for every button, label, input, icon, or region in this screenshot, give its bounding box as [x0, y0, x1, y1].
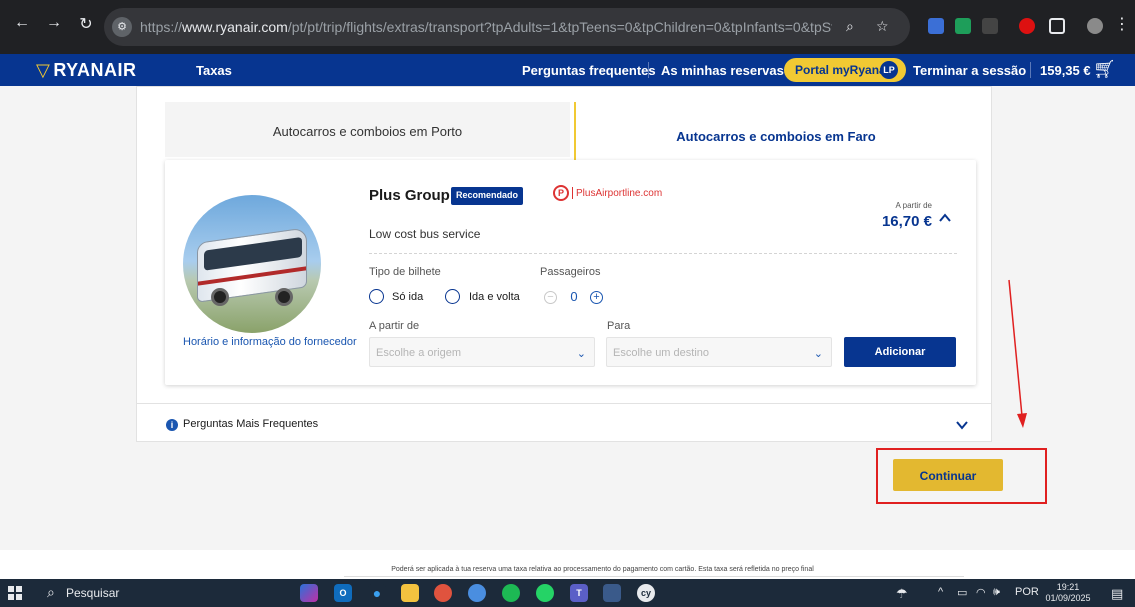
destination-placeholder: Escolhe um destino: [613, 347, 709, 359]
extension-icon[interactable]: [1019, 18, 1035, 34]
cypress-app-icon[interactable]: cy: [637, 584, 655, 602]
basket-total[interactable]: 159,35 €: [1040, 63, 1091, 78]
taskbar-search[interactable]: Pesquisar: [66, 586, 119, 600]
offer-price: 16,70 €: [881, 213, 932, 230]
origin-placeholder: Escolhe a origem: [376, 347, 461, 359]
whatsapp-app-icon[interactable]: [536, 584, 554, 602]
bookmark-star-icon[interactable]: ☆: [876, 18, 889, 35]
droplet-app-icon[interactable]: ●: [368, 584, 386, 602]
vscode-app-icon[interactable]: [603, 584, 621, 602]
one-way-label[interactable]: Só ida: [392, 291, 423, 303]
portal-button-label: Portal myRyanair: [795, 63, 894, 77]
extension-icon[interactable]: [928, 18, 944, 34]
site-settings-icon[interactable]: ⚙: [112, 17, 132, 37]
card-fee-disclaimer: Poderá ser aplicada à tua reserva uma ta…: [391, 566, 814, 573]
origin-label: A partir de: [369, 320, 420, 332]
language-indicator[interactable]: POR: [1015, 586, 1039, 598]
file-explorer-icon[interactable]: [401, 584, 419, 602]
browser-menu-icon[interactable]: ⋮: [1112, 14, 1132, 34]
provider-tagline: Low cost bus service: [369, 227, 481, 241]
dashed-divider: [369, 253, 957, 254]
portal-myryanair-button[interactable]: Portal myRyanair LP: [784, 58, 906, 82]
zoom-icon[interactable]: ⌕: [846, 18, 854, 35]
back-icon[interactable]: ←: [12, 14, 32, 32]
footer: [0, 550, 1135, 579]
add-button[interactable]: Adicionar: [844, 337, 956, 367]
cart-icon[interactable]: 🛒︎: [1093, 59, 1116, 80]
partner-logo-text: PlusAirportline.com: [576, 188, 663, 199]
faq-divider: [136, 403, 992, 404]
passenger-count: 0: [570, 289, 578, 304]
chrome-profile-app-icon[interactable]: [468, 584, 486, 602]
address-bar[interactable]: ⚙ https://www.ryanair.com/pt/pt/trip/fli…: [104, 8, 910, 46]
annotation-arrow-icon: [1008, 279, 1027, 428]
plusairportline-logo-icon: P: [553, 185, 569, 201]
bus-image: [183, 195, 321, 333]
ticket-type-label: Tipo de bilhete: [369, 266, 441, 278]
faq-chevron-down-icon[interactable]: [955, 418, 969, 432]
chrome-app-icon[interactable]: [434, 584, 452, 602]
tab-faro[interactable]: Autocarros e comboios em Faro: [574, 102, 976, 160]
m365-app-icon[interactable]: [300, 584, 318, 602]
collapse-chevron-up-icon[interactable]: [938, 211, 952, 225]
tab-porto[interactable]: Autocarros e comboios em Porto: [165, 102, 570, 157]
wifi-icon[interactable]: ◠: [976, 586, 986, 599]
price-from-label: A partir de: [895, 201, 932, 210]
destination-select[interactable]: Escolhe um destino ⌄: [606, 337, 832, 367]
url-text[interactable]: https://www.ryanair.com/pt/pt/trip/fligh…: [140, 19, 832, 35]
outlook-app-icon[interactable]: O: [334, 584, 352, 602]
windows-start-icon[interactable]: [8, 586, 22, 600]
profile-avatar-icon[interactable]: [1087, 18, 1103, 34]
chevron-down-icon: ⌄: [813, 348, 823, 360]
supplier-info-link[interactable]: Horário e informação do fornecedor: [183, 336, 357, 348]
tray-chevron-up-icon[interactable]: ^: [938, 586, 943, 598]
chevron-down-icon: ⌄: [576, 348, 586, 360]
provider-name: Plus Group: [369, 187, 450, 204]
destination-label: Para: [607, 320, 631, 332]
recommended-badge: Recomendado: [451, 187, 524, 205]
battery-icon: ▭: [957, 587, 968, 599]
reload-icon[interactable]: ↻: [76, 14, 96, 34]
browser-chrome: ← → ↻ ⚙ https://www.ryanair.com/pt/pt/tr…: [0, 0, 1135, 54]
annotation-highlight-box: [876, 448, 1047, 504]
extension-icon[interactable]: [982, 18, 998, 34]
forward-icon[interactable]: →: [44, 14, 64, 32]
notifications-icon[interactable]: ▤: [1111, 586, 1123, 602]
ryanair-logo[interactable]: ▽ RYANAIR: [36, 60, 137, 81]
faq-toggle-label[interactable]: Perguntas Mais Frequentes: [183, 418, 318, 430]
passenger-decrement-button[interactable]: −: [544, 291, 557, 304]
header-divider: [648, 62, 649, 78]
spotify-app-icon[interactable]: [502, 584, 520, 602]
teams-app-icon[interactable]: T: [570, 584, 588, 602]
passenger-increment-button[interactable]: +: [590, 291, 603, 304]
faq-link[interactable]: Perguntas frequentes: [522, 63, 656, 78]
user-initials-badge: LP: [880, 61, 898, 79]
one-way-radio[interactable]: [369, 289, 384, 304]
header-divider: [1030, 62, 1031, 78]
taxas-link[interactable]: Taxas: [196, 63, 232, 78]
origin-select[interactable]: Escolhe a origem ⌄: [369, 337, 595, 367]
clock-date: 01/09/2025: [1045, 593, 1091, 603]
passengers-label: Passageiros: [540, 266, 601, 278]
site-header: ▽ RYANAIR Taxas Perguntas frequentes As m…: [0, 54, 1135, 86]
harp-icon: ▽: [36, 60, 51, 80]
round-trip-label[interactable]: Ida e volta: [469, 291, 520, 303]
extensions-puzzle-icon[interactable]: [1049, 18, 1065, 34]
partner-logo-divider: [572, 187, 573, 199]
round-trip-radio[interactable]: [445, 289, 460, 304]
windows-taskbar: ⌕ Pesquisar O ● T cy ☂ ^ ▭ ◠ 🕪︎ POR 19:2…: [0, 579, 1135, 607]
search-icon[interactable]: ⌕: [47, 584, 55, 601]
my-bookings-link[interactable]: As minhas reservas: [661, 63, 784, 78]
info-icon: i: [166, 419, 178, 431]
taskbar-clock[interactable]: 19:21 01/09/2025: [1042, 582, 1094, 604]
volume-icon[interactable]: 🕪︎: [993, 586, 1000, 599]
logout-link[interactable]: Terminar a sessão: [913, 63, 1026, 78]
weather-icon[interactable]: ☂: [896, 586, 908, 602]
extension-icon[interactable]: [955, 18, 971, 34]
clock-time: 19:21: [1056, 582, 1080, 592]
